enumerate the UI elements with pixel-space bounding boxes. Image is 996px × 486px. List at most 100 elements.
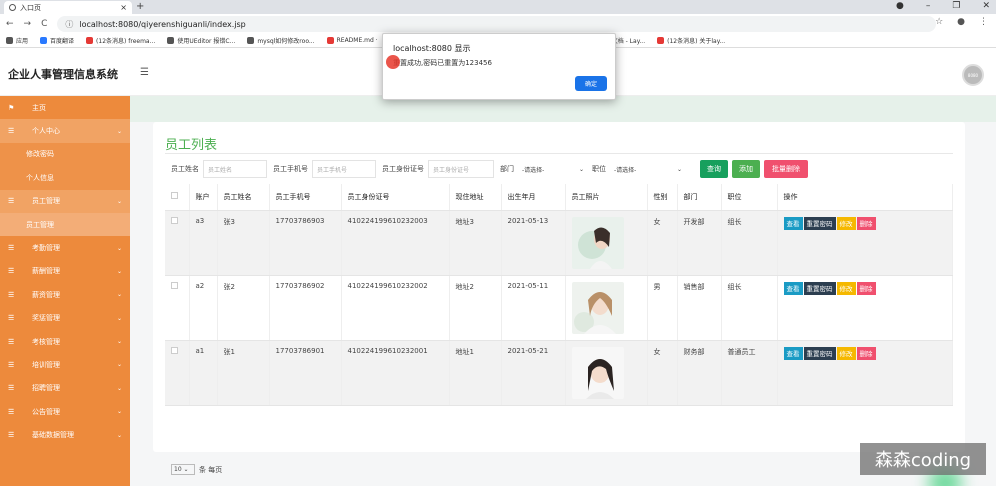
phone-input[interactable]: 员工手机号: [312, 160, 376, 178]
column-header: 员工姓名: [217, 184, 270, 211]
row-select-cell: [165, 275, 190, 341]
employee-table: 账户 员工姓名 员工手机号 员工身份证号 现住地址 出生年月 员工照片 性别 部门 职位 操作 a3…: [165, 184, 953, 406]
bookmark-item[interactable]: (12条消息) freema...: [86, 36, 155, 45]
sidebar-item[interactable]: ☰ 培训管理 ⌄: [0, 353, 130, 376]
view-button[interactable]: 查看: [783, 216, 803, 230]
bookmark-item[interactable]: 使用UEditor 报错C...: [167, 36, 235, 45]
new-tab-button[interactable]: +: [136, 1, 144, 12]
star-icon[interactable]: ☆: [935, 17, 943, 27]
sidebar-item[interactable]: ☰ 薪酬管理 ⌄: [0, 260, 130, 283]
bookmark-item[interactable]: mysql如何修改roo...: [247, 36, 315, 45]
bookmark-icon: [6, 37, 13, 44]
app-title: 企业人事管理信息系统: [8, 68, 118, 81]
photo-cell: [565, 275, 648, 341]
sidebar-subitem[interactable]: 员工管理: [0, 212, 130, 237]
list-icon: ☰: [8, 267, 15, 276]
delete-button[interactable]: 删除: [856, 216, 876, 230]
dialog-title: localhost:8080 显示: [393, 44, 471, 53]
sidebar-item[interactable]: ☰ 个人中心 ⌄: [0, 119, 130, 143]
pos-select[interactable]: -请选择- ⌄: [610, 160, 686, 178]
cell-position: 普通员工: [721, 340, 778, 406]
reset-button[interactable]: 重置密码: [803, 346, 836, 360]
bookmark-label: 百度翻译: [50, 38, 75, 45]
sidebar-item[interactable]: ☰ 薪资管理 ⌄: [0, 283, 130, 306]
idcard-input[interactable]: 员工身份证号: [428, 160, 494, 178]
view-button[interactable]: 查看: [783, 281, 803, 295]
batch-delete-button[interactable]: 批量删除: [764, 160, 808, 178]
avatar[interactable]: 8080: [962, 64, 984, 86]
query-button[interactable]: 查询: [700, 160, 728, 178]
cell-birth: 2021-05-21: [501, 340, 566, 406]
menu-dots-icon[interactable]: ⋮: [979, 17, 988, 27]
phone-label: 员工手机号: [273, 165, 308, 173]
name-input[interactable]: 员工姓名: [203, 160, 267, 178]
reset-button[interactable]: 重置密码: [803, 216, 836, 230]
edit-button[interactable]: 修改: [836, 216, 856, 230]
bookmark-item[interactable]: (12条消息) 关于lay...: [657, 36, 725, 45]
row-checkbox[interactable]: [171, 281, 178, 289]
edit-button[interactable]: 修改: [836, 281, 856, 295]
view-button[interactable]: 查看: [783, 346, 803, 360]
chevron-down-icon: ⌄: [676, 165, 682, 173]
bookmark-icon: [86, 37, 94, 44]
restore-icon[interactable]: ❐: [952, 1, 960, 11]
sidebar-item[interactable]: ☰ 考勤管理 ⌄: [0, 236, 130, 259]
delete-button[interactable]: 删除: [856, 281, 876, 295]
bookmark-item[interactable]: README.md ·: [326, 37, 378, 44]
sidebar-item-label: 考核管理: [32, 337, 60, 346]
select-all-checkbox[interactable]: [171, 192, 178, 200]
bookmark-item[interactable]: 百度翻译: [40, 36, 74, 45]
add-button[interactable]: 添加: [732, 160, 760, 178]
forward-icon[interactable]: →: [24, 19, 32, 29]
sidebar-item-label: 公告管理: [32, 407, 60, 416]
column-header: 部门: [677, 184, 722, 211]
sidebar-item[interactable]: ☰ 基础数据管理 ⌄: [0, 423, 130, 446]
page-size-select[interactable]: 10 ⌄: [171, 464, 195, 475]
cell-gender: 女: [647, 340, 678, 406]
bookmark-item[interactable]: 应用: [6, 36, 28, 45]
dept-select[interactable]: -请选择- ⌄: [518, 160, 588, 178]
edit-button[interactable]: 修改: [836, 346, 856, 360]
menu-toggle-icon[interactable]: ☰: [140, 67, 149, 78]
sidebar-item[interactable]: ☰ 招聘管理 ⌄: [0, 377, 130, 400]
info-icon: ⓘ: [65, 19, 74, 29]
dept-label: 部门: [500, 165, 514, 173]
column-header: 员工身份证号: [341, 184, 450, 211]
reset-button[interactable]: 重置密码: [803, 281, 836, 295]
sidebar-item[interactable]: ⚑ 主页: [0, 96, 130, 119]
browser-tab-title: 入口页: [20, 3, 41, 12]
chevron-down-icon: ⌄: [116, 127, 122, 135]
account-icon[interactable]: ●: [957, 17, 965, 27]
sidebar-item-label: 考勤管理: [32, 244, 60, 253]
bookmark-label: mysql如何修改roo...: [257, 38, 315, 45]
chevron-down-icon: ⌄: [116, 384, 122, 392]
cell-name: 张1: [217, 340, 270, 406]
url-field[interactable]: ⓘ localhost:8080/qiyerenshiguanli/index.…: [57, 16, 936, 32]
table-header-row: 账户 员工姓名 员工手机号 员工身份证号 现住地址 出生年月 员工照片 性别 部门 职位 操作: [165, 184, 953, 211]
sidebar-subitem[interactable]: 修改密码: [0, 142, 130, 167]
page-size-suffix: 条 每页: [199, 465, 223, 474]
close-window-icon[interactable]: ✕: [982, 1, 990, 11]
profile-dot-icon[interactable]: ●: [896, 1, 904, 11]
row-checkbox[interactable]: [171, 346, 178, 354]
delete-button[interactable]: 删除: [856, 346, 876, 360]
reload-icon[interactable]: C: [41, 19, 47, 29]
sidebar-item[interactable]: ☰ 奖惩管理 ⌄: [0, 307, 130, 330]
sidebar-item[interactable]: ☰ 公告管理 ⌄: [0, 400, 130, 423]
sidebar-item-label: 员工管理: [26, 220, 54, 229]
address-bar-row: ← → C ⓘ localhost:8080/qiyerenshiguanli/…: [0, 14, 996, 34]
sidebar-item[interactable]: ☰ 员工管理 ⌄: [0, 189, 130, 213]
minimize-icon[interactable]: –: [926, 1, 931, 11]
dialog-ok-button[interactable]: 确定: [575, 76, 607, 91]
back-icon[interactable]: ←: [6, 19, 14, 29]
sidebar-item-label: 奖惩管理: [32, 314, 60, 323]
cell-idcard: 410224199610232001: [341, 340, 450, 406]
row-checkbox[interactable]: [171, 216, 178, 224]
cell-birth: 2021-05-13: [501, 210, 566, 276]
close-tab-icon[interactable]: ×: [120, 3, 127, 12]
sidebar-item[interactable]: ☰ 考核管理 ⌄: [0, 330, 130, 353]
browser-tab[interactable]: 入口页 ×: [4, 1, 132, 14]
sidebar-subitem[interactable]: 个人信息: [0, 166, 130, 190]
cell-address: 地址3: [449, 210, 502, 276]
sidebar-item-label: 培训管理: [32, 360, 60, 369]
